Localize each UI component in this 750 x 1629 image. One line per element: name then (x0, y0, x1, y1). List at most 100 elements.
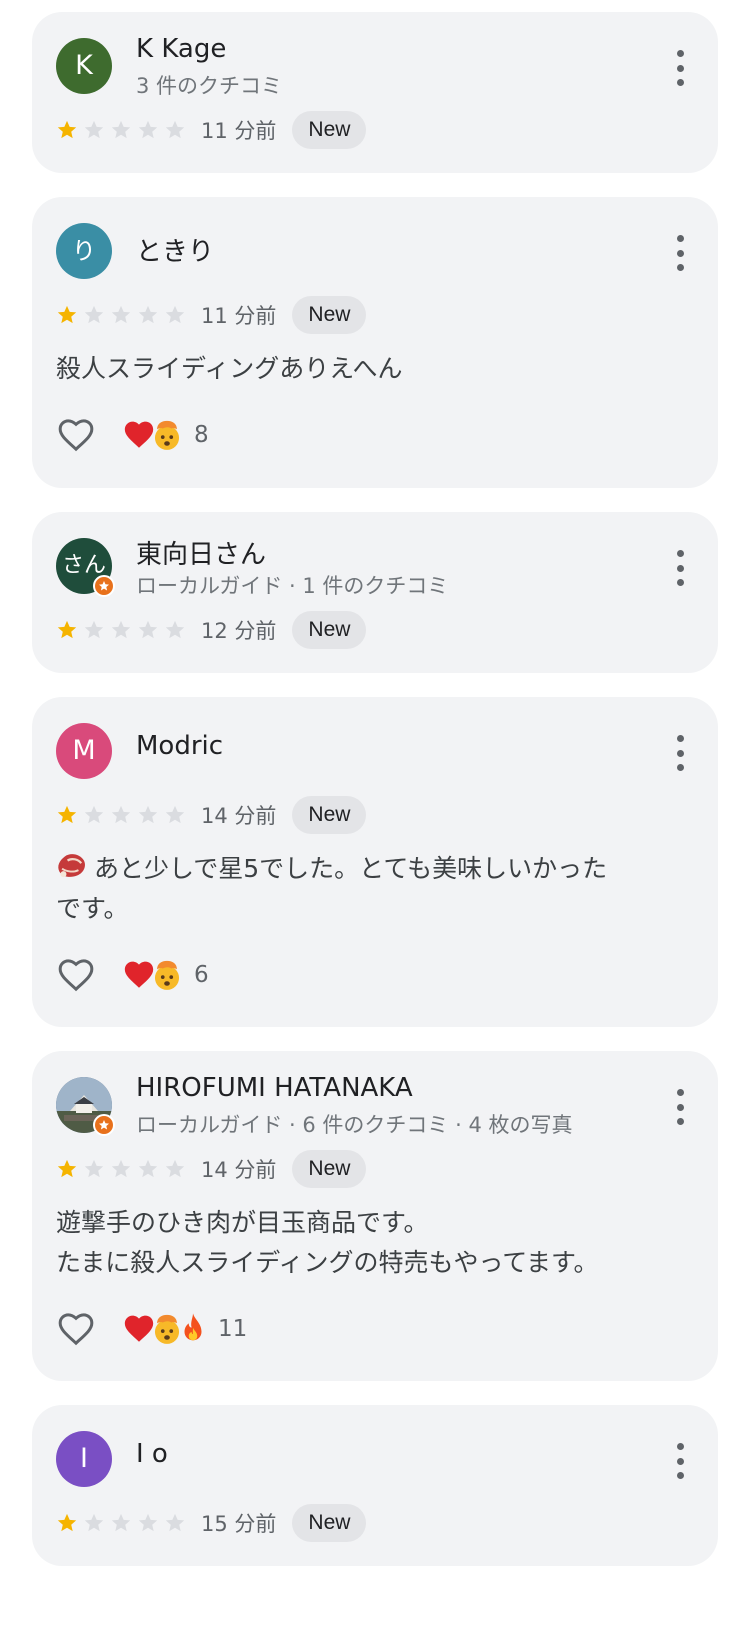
more-options-icon[interactable] (672, 550, 688, 586)
like-heart-icon[interactable] (56, 955, 96, 995)
more-options-icon[interactable] (672, 1443, 688, 1479)
more-options-icon[interactable] (672, 1089, 688, 1125)
reaction-count: 6 (194, 962, 209, 988)
star-filled-icon (57, 620, 77, 639)
review-text: 遊撃手のひき肉が目玉商品です。 たまに殺人スライディングの特売もやってます。 (56, 1208, 599, 1277)
star-empty-icon (111, 620, 131, 639)
review-time: 14 分前 (201, 804, 277, 828)
avatar[interactable]: M (56, 723, 112, 779)
reaction-emojis[interactable] (122, 1312, 202, 1346)
reviewer-name[interactable]: 東向日さん (136, 534, 266, 571)
review-card: HIROFUMI HATANAKA ローカルガイド · 6 件のクチコミ · 4… (32, 1051, 718, 1381)
reviewer-name[interactable]: I o (136, 1439, 168, 1469)
star-empty-icon (111, 120, 131, 139)
exploding-head-emoji-icon (154, 960, 180, 990)
star-empty-icon (111, 1159, 131, 1178)
reviewer-name[interactable]: HIROFUMI HATANAKA (136, 1073, 413, 1103)
new-badge: New (292, 111, 367, 149)
star-empty-icon (84, 805, 104, 824)
star-empty-icon (165, 1513, 185, 1532)
reviewer-name[interactable]: ときり (136, 231, 214, 268)
reactions-row: 6 (56, 953, 209, 997)
review-time: 14 分前 (201, 1158, 277, 1182)
review-card: M Modric 14 分前 New あと少しで星5でした。とても美味しいかった… (32, 697, 718, 1027)
star-rating (56, 804, 191, 826)
rating-row: 12 分前 New (56, 610, 367, 650)
avatar[interactable]: K (56, 38, 112, 94)
star-empty-icon (111, 805, 131, 824)
like-heart-icon[interactable] (56, 1309, 96, 1349)
avatar[interactable] (56, 1077, 115, 1136)
rating-row: 15 分前 New (56, 1503, 367, 1543)
avatar[interactable]: I (56, 1431, 112, 1487)
new-badge: New (292, 296, 367, 334)
review-text: あと少しで星5でした。とても美味しいかった です。 (56, 849, 678, 929)
meat-emoji-icon (58, 854, 85, 878)
more-options-icon[interactable] (672, 235, 688, 271)
more-options-icon[interactable] (672, 50, 688, 86)
review-card: K K Kage 3 件のクチコミ 11 分前 New (32, 12, 718, 173)
reaction-count: 8 (194, 422, 209, 448)
star-empty-icon (165, 805, 185, 824)
star-empty-icon (84, 1513, 104, 1532)
star-empty-icon (138, 1513, 158, 1532)
star-empty-icon (138, 805, 158, 824)
star-rating (56, 304, 191, 326)
reviewer-name[interactable]: K Kage (136, 34, 226, 64)
review-card: り ときり 11 分前 New 殺人スライディングありえへん 8 (32, 197, 718, 488)
star-empty-icon (165, 620, 185, 639)
reactions-row: 8 (56, 413, 209, 457)
star-empty-icon (84, 1159, 104, 1178)
new-badge: New (292, 1504, 367, 1542)
avatar[interactable]: り (56, 223, 112, 279)
more-options-icon[interactable] (672, 735, 688, 771)
star-filled-icon (57, 1159, 77, 1178)
new-badge: New (292, 611, 367, 649)
reviewer-meta: ローカルガイド · 1 件のクチコミ (136, 574, 449, 598)
star-rating (56, 619, 191, 641)
reaction-emojis[interactable] (122, 958, 180, 992)
review-card: さん 東向日さん ローカルガイド · 1 件のクチコミ 12 分前 New (32, 512, 718, 673)
star-empty-icon (138, 305, 158, 324)
reaction-emojis[interactable] (122, 418, 180, 452)
star-filled-icon (57, 120, 77, 139)
star-empty-icon (165, 120, 185, 139)
star-empty-icon (165, 305, 185, 324)
review-time: 15 分前 (201, 1512, 277, 1536)
reviewer-name[interactable]: Modric (136, 731, 223, 761)
rating-row: 14 分前 New (56, 1149, 367, 1189)
star-rating (56, 1512, 191, 1534)
review-time: 12 分前 (201, 619, 277, 643)
reviewer-meta: 3 件のクチコミ (136, 74, 283, 98)
review-card: I I o 15 分前 New (32, 1405, 718, 1566)
reviewer-meta: ローカルガイド · 6 件のクチコミ · 4 枚の写真 (136, 1113, 573, 1137)
rating-row: 11 分前 New (56, 295, 367, 335)
star-empty-icon (84, 305, 104, 324)
star-empty-icon (138, 120, 158, 139)
star-empty-icon (111, 1513, 131, 1532)
rating-row: 11 分前 New (56, 110, 367, 150)
review-time: 11 分前 (201, 304, 277, 328)
review-time: 11 分前 (201, 119, 277, 143)
rating-row: 14 分前 New (56, 795, 367, 835)
star-empty-icon (84, 620, 104, 639)
review-text: 殺人スライディングありえへん (56, 354, 403, 383)
star-empty-icon (111, 305, 131, 324)
like-heart-icon[interactable] (56, 415, 96, 455)
star-rating (56, 119, 191, 141)
reaction-count: 11 (218, 1316, 248, 1342)
new-badge: New (292, 1150, 367, 1188)
star-filled-icon (57, 1513, 77, 1532)
star-rating (56, 1158, 191, 1180)
star-empty-icon (165, 1159, 185, 1178)
exploding-head-emoji-icon (154, 420, 180, 450)
star-empty-icon (84, 120, 104, 139)
new-badge: New (292, 796, 367, 834)
avatar[interactable]: さん (56, 538, 115, 597)
local-guide-badge-icon (93, 1114, 115, 1136)
star-empty-icon (138, 620, 158, 639)
local-guide-badge-icon (93, 575, 115, 597)
reactions-row: 11 (56, 1307, 247, 1351)
fire-emoji-icon (184, 1313, 202, 1341)
star-filled-icon (57, 805, 77, 824)
